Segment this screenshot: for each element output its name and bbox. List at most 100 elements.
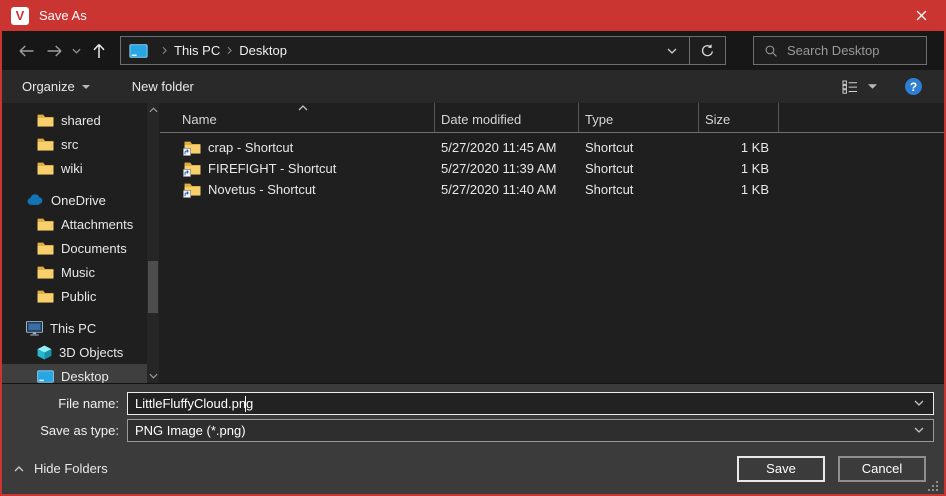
folder-icon: [37, 137, 54, 152]
save-as-type-label: Save as type:: [2, 423, 127, 438]
search-placeholder: Search Desktop: [787, 43, 880, 58]
desktop-monitor-icon: [37, 370, 54, 383]
3d-cube-icon: [37, 345, 52, 360]
save-as-dialog: V Save As This PC Desktop: [0, 0, 946, 496]
chevron-up-icon: [14, 466, 24, 472]
chevron-down-icon[interactable]: [914, 400, 924, 406]
address-bar[interactable]: This PC Desktop: [120, 36, 726, 65]
column-headers: Name Date modified Type Size: [160, 103, 944, 133]
row-filler: [779, 179, 944, 200]
sidebar-item-onedrive[interactable]: OneDrive: [2, 188, 147, 212]
file-size: 1 KB: [699, 137, 779, 158]
folder-icon: [37, 265, 54, 280]
save-as-type-select[interactable]: PNG Image (*.png): [127, 419, 934, 442]
change-view-button[interactable]: [842, 80, 877, 94]
close-icon: [916, 10, 927, 21]
save-button[interactable]: Save: [737, 456, 825, 482]
hide-folders-button[interactable]: Hide Folders: [14, 461, 737, 476]
file-date: 5/27/2020 11:45 AM: [435, 137, 579, 158]
organize-button[interactable]: Organize: [22, 79, 90, 94]
file-row-crap-shortcut[interactable]: crap - Shortcut 5/27/2020 11:45 AM Short…: [160, 137, 944, 158]
sidebar-item-3d-objects[interactable]: 3D Objects: [2, 340, 147, 364]
breadcrumb-desktop[interactable]: Desktop: [239, 43, 287, 58]
chevron-up-icon: [149, 107, 158, 113]
file-type: Shortcut: [579, 179, 699, 200]
file-row-novetus-shortcut[interactable]: Novetus - Shortcut 5/27/2020 11:40 AM Sh…: [160, 179, 944, 200]
save-as-type-value: PNG Image (*.png): [135, 423, 246, 438]
forward-button[interactable]: [40, 38, 68, 64]
back-button[interactable]: [12, 38, 40, 64]
bottom-panel: File name: LittleFluffyCloud.png Save as…: [2, 383, 944, 496]
dialog-footer: Hide Folders Save Cancel: [2, 442, 944, 495]
caret-down-icon: [868, 84, 877, 89]
column-header-type[interactable]: Type: [579, 103, 699, 132]
search-icon: [764, 44, 778, 58]
sidebar-item-attachments[interactable]: Attachments: [2, 212, 147, 236]
arrow-left-icon: [18, 45, 35, 57]
up-button[interactable]: [84, 38, 114, 64]
address-dropdown-button[interactable]: [655, 37, 689, 64]
row-filler: [779, 158, 944, 179]
refresh-button[interactable]: [689, 37, 725, 64]
folder-icon: [37, 241, 54, 256]
caret-down-icon: [82, 85, 90, 89]
window-title: Save As: [39, 8, 898, 23]
recent-locations-button[interactable]: [68, 38, 84, 64]
details-view-icon: [842, 80, 858, 94]
file-size: 1 KB: [699, 179, 779, 200]
refresh-icon: [700, 43, 715, 58]
text-cursor: [245, 396, 246, 412]
command-toolbar: Organize New folder ?: [2, 70, 944, 103]
file-list: Name Date modified Type Size: [160, 103, 944, 383]
new-folder-button[interactable]: New folder: [132, 79, 194, 94]
search-input[interactable]: Search Desktop: [753, 36, 927, 65]
chevron-down-icon: [667, 48, 677, 54]
chevron-down-icon[interactable]: [914, 427, 924, 433]
folder-icon: [37, 289, 54, 304]
onedrive-cloud-icon: [26, 194, 44, 206]
file-type: Shortcut: [579, 137, 699, 158]
scroll-down-button[interactable]: [147, 369, 159, 383]
file-type: Shortcut: [579, 158, 699, 179]
navigation-bar: This PC Desktop Search Desktop: [2, 31, 944, 70]
file-date: 5/27/2020 11:40 AM: [435, 179, 579, 200]
sidebar-scrollbar[interactable]: [147, 103, 159, 383]
column-header-size[interactable]: Size: [699, 103, 779, 132]
column-header-filler: [779, 103, 944, 132]
sidebar-item-documents[interactable]: Documents: [2, 236, 147, 260]
file-size: 1 KB: [699, 158, 779, 179]
main-content: shared src wiki OneDrive Attachments Doc…: [2, 103, 944, 383]
sidebar-item-src[interactable]: src: [2, 132, 147, 156]
chevron-down-icon: [72, 48, 81, 54]
file-name-label: File name:: [2, 396, 127, 411]
sidebar-item-music[interactable]: Music: [2, 260, 147, 284]
column-header-date-modified[interactable]: Date modified: [435, 103, 579, 132]
sidebar-item-shared[interactable]: shared: [2, 108, 147, 132]
navigation-pane: shared src wiki OneDrive Attachments Doc…: [2, 103, 160, 383]
desktop-monitor-icon: [129, 44, 148, 58]
file-name-input[interactable]: LittleFluffyCloud.png: [127, 392, 934, 415]
close-button[interactable]: [898, 0, 944, 31]
folder-shortcut-icon: [184, 161, 201, 176]
file-date: 5/27/2020 11:39 AM: [435, 158, 579, 179]
file-row-firefight-shortcut[interactable]: FIREFIGHT - Shortcut 5/27/2020 11:39 AM …: [160, 158, 944, 179]
help-button[interactable]: ?: [905, 78, 922, 95]
resize-grip[interactable]: [928, 481, 940, 493]
breadcrumb-chevron-icon: [162, 46, 167, 55]
sidebar-item-this-pc[interactable]: This PC: [2, 316, 147, 340]
sidebar-item-public[interactable]: Public: [2, 284, 147, 308]
sort-ascending-icon: [298, 105, 308, 111]
cancel-button[interactable]: Cancel: [838, 456, 926, 482]
file-name-value: LittleFluffyCloud.png: [135, 396, 253, 411]
breadcrumb-this-pc[interactable]: This PC: [174, 43, 220, 58]
folder-icon: [37, 217, 54, 232]
scrollbar-thumb[interactable]: [148, 261, 158, 313]
folder-icon: [37, 161, 54, 176]
arrow-up-icon: [93, 43, 105, 59]
sidebar-item-wiki[interactable]: wiki: [2, 156, 147, 180]
folder-shortcut-icon: [184, 140, 201, 155]
vivaldi-logo-icon: V: [11, 7, 29, 25]
arrow-right-icon: [46, 45, 63, 57]
scroll-up-button[interactable]: [147, 103, 159, 117]
folder-shortcut-icon: [184, 182, 201, 197]
